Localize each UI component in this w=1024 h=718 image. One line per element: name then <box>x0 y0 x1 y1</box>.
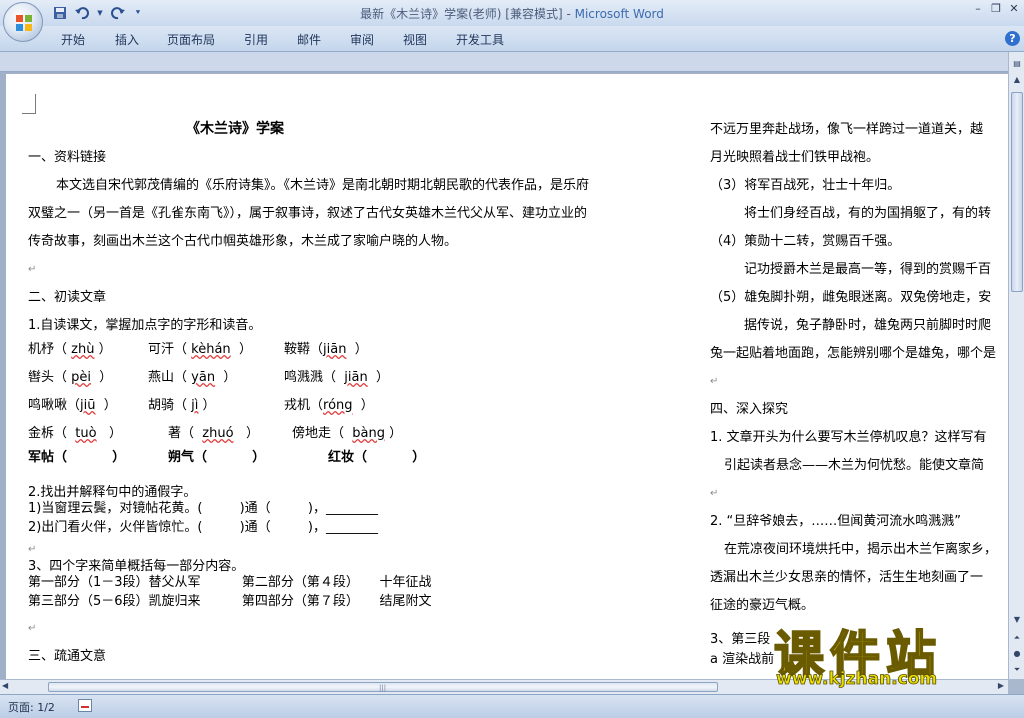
window-title: 最新《木兰诗》学案(老师) [兼容模式] - Microsoft Word <box>0 5 1024 22</box>
blank-item: 军帖（ ） <box>28 450 126 465</box>
paragraph-line: （5）雄兔脚扑朔，雌兔眼迷离。双兔傍地走，安 <box>710 290 992 305</box>
paragraph-mark: ↵ <box>710 376 719 387</box>
office-button[interactable] <box>3 2 43 42</box>
title-bar: ▼ ⯆ 最新《木兰诗》学案(老师) [兼容模式] - Microsoft Wor… <box>0 0 1024 26</box>
summary-line: 第一部分（1－3段）替父从军 第二部分（第４段） 十年征战 <box>28 575 432 590</box>
answer-text: 在荒凉夜间环境烘托中，揭示出木兰乍离家乡， <box>724 542 998 557</box>
tab-references[interactable]: 引用 <box>244 31 268 48</box>
margin-marker <box>22 94 36 114</box>
pinyin-item: 可汗（ kèhán ） <box>148 342 252 357</box>
section-heading: 三、疏通文意 <box>28 649 107 664</box>
tab-mailings[interactable]: 邮件 <box>297 31 321 48</box>
blank-item: 朔气（ ） <box>168 450 266 465</box>
help-icon[interactable]: ? <box>1005 31 1020 46</box>
paragraph-line: 传奇故事，刻画出木兰这个古代巾帼英雄形象，木兰成了家喻户晓的人物。 <box>28 234 458 249</box>
document-page[interactable]: 《木兰诗》学案 一、资料链接 本文选自宋代郭茂倩编的《乐府诗集》。《木兰诗》是南… <box>6 74 1008 679</box>
document-title: 最新《木兰诗》学案(老师) [兼容模式] <box>360 7 563 21</box>
tab-page-layout[interactable]: 页面布局 <box>167 31 215 48</box>
vertical-scrollbar[interactable]: ▤ ▲ ▼ ⏶ ● ⏷ <box>1008 52 1024 679</box>
page-indicator[interactable]: 页面: 1/2 <box>8 699 55 715</box>
paragraph-mark: ↵ <box>710 488 719 499</box>
paragraph-line: （3）将军百战死，壮士十年归。 <box>710 178 901 193</box>
scroll-up-icon[interactable]: ▲ <box>1009 72 1024 88</box>
tab-developer[interactable]: 开发工具 <box>456 31 504 48</box>
status-bar: 页面: 1/2 <box>0 694 1024 718</box>
fill-blank-line: 1)当窗理云鬓，对镜帖花黄。( )通（ )，________ <box>28 501 378 516</box>
office-logo-icon <box>16 15 32 31</box>
paragraph-line: 将士们身经百战，有的为国捐躯了，有的转 <box>744 206 992 221</box>
horizontal-scroll-thumb[interactable]: ||| <box>48 682 718 692</box>
paragraph-mark: ↵ <box>28 623 37 634</box>
pinyin-item: 辔头（ pèi ） <box>28 370 113 385</box>
ribbon-tabs: 开始 插入 页面布局 引用 邮件 审阅 视图 开发工具 ? <box>0 26 1024 52</box>
document-area: 《木兰诗》学案 一、资料链接 本文选自宋代郭茂倩编的《乐府诗集》。《木兰诗》是南… <box>0 72 1008 679</box>
doc-title: 《木兰诗》学案 <box>186 121 284 137</box>
paragraph-line: 兔一起贴着地面跑，怎能辨别哪个是雄兔，哪个是 <box>710 346 997 361</box>
pinyin-item: 胡骑（ jì ） <box>148 398 216 413</box>
window-controls: – ❐ ✕ <box>972 2 1020 15</box>
summary-line: 第三部分（5－6段）凯旋归来 第四部分（第７段） 结尾附文 <box>28 594 432 609</box>
paragraph-line: 月光映照着战士们铁甲战袍。 <box>710 150 880 165</box>
next-page-icon[interactable]: ⏷ <box>1009 662 1024 678</box>
pinyin-item: 鸣溅溅（ jiān ） <box>284 370 389 385</box>
paragraph-line: 据传说，兔子静卧时，雄兔两只前脚时时爬 <box>744 318 992 333</box>
pinyin-item: 鸣啾啾（jiū ） <box>28 398 117 413</box>
section-heading: 二、初读文章 <box>28 290 107 305</box>
tab-review[interactable]: 审阅 <box>350 31 374 48</box>
question-text: 1. 文章开头为什么要写木兰停机叹息？这样写有 <box>710 430 987 445</box>
paragraph-line: （4）策勋十二转，赏赐百千强。 <box>710 234 901 249</box>
paragraph-line: 记功授爵木兰是最高一等，得到的赏赐千百 <box>744 262 992 277</box>
section-heading: 一、资料链接 <box>28 150 107 165</box>
ruler-toggle-icon[interactable]: ▤ <box>1009 56 1024 72</box>
tab-insert[interactable]: 插入 <box>115 31 139 48</box>
scroll-left-icon[interactable]: ◀ <box>2 681 8 690</box>
watermark-url: www.kjzhan.com <box>776 669 938 690</box>
tab-view[interactable]: 视图 <box>403 31 427 48</box>
select-browse-object-icon[interactable]: ● <box>1009 646 1024 662</box>
fill-blank-line: 2)出门看火伴，火伴皆惊忙。( )通（ )，________ <box>28 520 378 535</box>
pinyin-item: 戎机（róng ） <box>284 398 374 413</box>
question-text: 3、第三段 <box>710 632 771 647</box>
close-button[interactable]: ✕ <box>1008 2 1020 15</box>
tab-home[interactable]: 开始 <box>61 31 85 48</box>
minimize-button[interactable]: – <box>972 2 984 15</box>
paragraph-mark: ↵ <box>28 264 37 275</box>
pinyin-item: 燕山（ yān ） <box>148 370 237 385</box>
scroll-down-icon[interactable]: ▼ <box>1009 612 1024 628</box>
grip-icon: ||| <box>379 684 387 692</box>
section-heading: 四、深入探究 <box>710 402 789 417</box>
paragraph-line: 不远万里奔赴战场，像飞一样跨过一道道关，越 <box>710 122 984 137</box>
title-separator: - <box>562 7 575 21</box>
answer-text: 透漏出木兰少女思亲的情怀，活生生地刻画了一 <box>710 570 984 585</box>
question-text: 2. “旦辞爷娘去，……但闻黄河流水鸣溅溅” <box>710 514 962 529</box>
vertical-scroll-thumb[interactable] <box>1011 92 1023 292</box>
paragraph-line: 双璧之一（另一首是《孔雀东南飞》），属于叙事诗，叙述了古代女英雄木兰代父从军、建… <box>28 206 588 221</box>
blank-item: 红妆（ ） <box>328 450 426 465</box>
watermark: 课件站 www.kjzhan.com <box>770 615 1010 695</box>
previous-page-icon[interactable]: ⏶ <box>1009 630 1024 646</box>
spell-check-icon[interactable] <box>78 699 92 712</box>
pinyin-item: 机杼（ zhù ） <box>28 342 112 357</box>
answer-text: a 渲染战前 <box>710 652 775 667</box>
paragraph-line: 本文选自宋代郭茂倩编的《乐府诗集》。《木兰诗》是南北朝时期北朝民歌的代表作品，是… <box>56 178 590 193</box>
pinyin-item: 鞍鞯（jiān ） <box>284 342 368 357</box>
restore-button[interactable]: ❐ <box>990 2 1002 15</box>
answer-text: 引起读者悬念——木兰为何忧愁。能使文章简 <box>724 458 985 473</box>
right-column: 不远万里奔赴战场，像飞一样跨过一道道关，越 月光映照着战士们铁甲战袍。 （3）将… <box>706 74 1008 679</box>
app-name: Microsoft Word <box>574 7 664 21</box>
ruler <box>0 52 1008 72</box>
